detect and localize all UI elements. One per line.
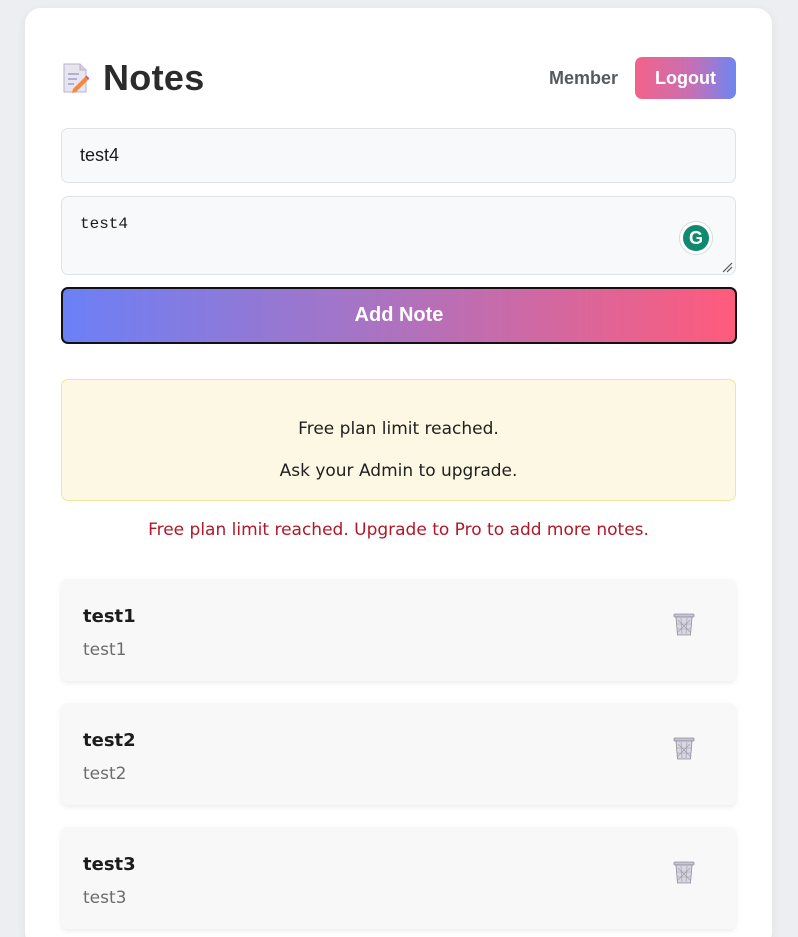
note-item: test3 test3: [61, 827, 736, 929]
note-body-text: test4: [80, 215, 129, 233]
note-title-input[interactable]: [61, 128, 736, 183]
note-item: test1 test1: [61, 579, 736, 681]
limit-message: Free plan limit reached.: [298, 419, 499, 439]
resize-handle-icon[interactable]: [721, 260, 733, 273]
header-actions: Member Logout: [549, 57, 736, 99]
page-title: Notes: [103, 57, 205, 98]
memo-icon: [61, 62, 90, 94]
note-title: test3: [83, 854, 136, 875]
note-body: test3: [83, 888, 127, 908]
grammarly-g-icon: G: [683, 225, 709, 251]
add-note-button[interactable]: Add Note: [61, 287, 737, 344]
logout-button[interactable]: Logout: [635, 57, 736, 99]
note-item: test2 test2: [61, 703, 736, 805]
error-message: Free plan limit reached. Upgrade to Pro …: [148, 520, 649, 540]
note-title: test2: [83, 730, 136, 751]
upgrade-hint: Ask your Admin to upgrade.: [279, 461, 518, 481]
trash-icon[interactable]: [672, 735, 696, 761]
user-role-label: Member: [548, 67, 618, 88]
note-title: test1: [83, 606, 136, 627]
trash-icon[interactable]: [672, 859, 696, 885]
plan-limit-notice: Free plan limit reached. Ask your Admin …: [61, 379, 736, 501]
note-body-textarea[interactable]: test4 G: [61, 196, 736, 275]
trash-icon[interactable]: [672, 611, 696, 637]
note-body: test2: [83, 764, 127, 784]
title-group: Notes: [61, 57, 205, 99]
header: Notes Member Logout: [61, 56, 736, 100]
note-body: test1: [83, 640, 127, 660]
grammarly-icon[interactable]: G: [679, 221, 713, 255]
